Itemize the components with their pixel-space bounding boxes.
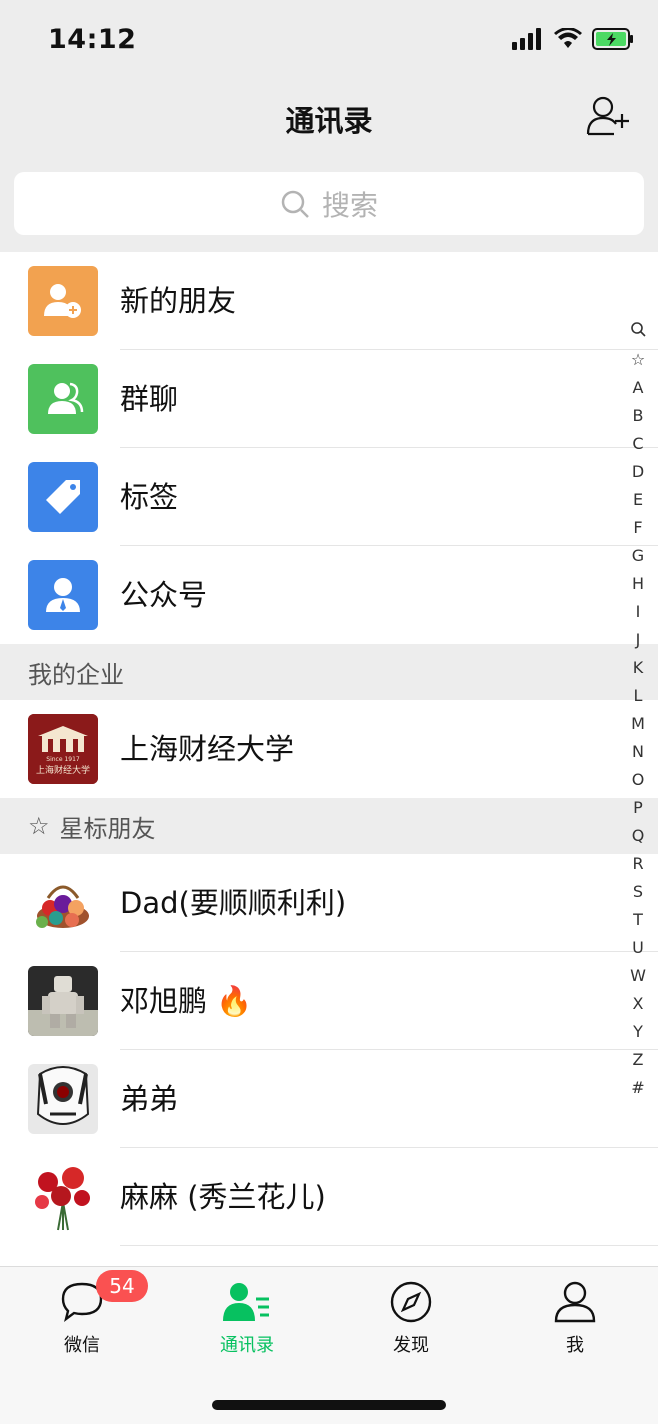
compass-icon (390, 1281, 432, 1323)
index-letter[interactable]: U (624, 934, 652, 962)
search-icon (281, 190, 309, 218)
wifi-icon (554, 28, 582, 48)
logo-since: Since 1917 (46, 756, 80, 763)
row-label: 标签 (120, 480, 179, 514)
section-header-starred: ☆ 星标朋友 (0, 798, 658, 854)
contact-row[interactable]: Dad(要顺顺利利) (0, 854, 658, 952)
avatar (28, 868, 98, 938)
index-letter[interactable]: O (624, 766, 652, 794)
signal-icon (512, 28, 541, 50)
index-letter[interactable]: E (624, 486, 652, 514)
tab-label: 发现 (393, 1335, 429, 1356)
index-letter[interactable]: L (624, 682, 652, 710)
tab-label: 微信 (64, 1335, 100, 1356)
enterprise-row[interactable]: Since 1917 上海财经大学 上海财经大学 (0, 700, 658, 798)
index-letter[interactable]: C (624, 430, 652, 458)
avatar (28, 1064, 98, 1134)
group-chat-row[interactable]: 群聊 (0, 350, 658, 448)
logo-text: 上海财经大学 (36, 764, 90, 776)
index-letter[interactable]: R (624, 850, 652, 878)
add-friend-icon[interactable] (586, 96, 630, 136)
tab-contacts[interactable]: 通讯录 (197, 1281, 297, 1357)
avatar (28, 966, 98, 1036)
row-label: 群聊 (120, 382, 179, 416)
index-letter[interactable]: W (624, 962, 652, 990)
section-title: 星标朋友 (59, 814, 156, 843)
index-letter[interactable]: Z (624, 1046, 652, 1074)
tab-label: 通讯录 (220, 1335, 274, 1356)
row-label: Dad(要顺顺利利) (120, 886, 347, 920)
new-friend-icon (28, 266, 98, 336)
unread-badge: 54 (96, 1270, 148, 1302)
nav-bar: 通讯录 (0, 80, 658, 158)
index-letter[interactable]: N (624, 738, 652, 766)
university-logo: Since 1917 上海财经大学 (28, 714, 98, 784)
row-label: 邓旭鹏 🔥 (120, 984, 253, 1018)
contacts-list: 新的朋友 群聊 标签 公众号 我的企业 Since 1917 上海财经大学 上海… (0, 252, 658, 1276)
tab-discover[interactable]: 发现 (361, 1281, 461, 1357)
alphabet-index[interactable]: ☆ A B C D E F G H I J K L M N O P Q R S T U W X Y Z # (624, 318, 652, 1102)
index-letter[interactable]: B (624, 402, 652, 430)
index-letter[interactable]: M (624, 710, 652, 738)
section-header-enterprise: 我的企业 (0, 644, 658, 700)
search-input[interactable]: 搜索 (14, 172, 644, 235)
index-letter[interactable]: A (624, 374, 652, 402)
contact-row[interactable]: 邓旭鹏 🔥 (0, 952, 658, 1050)
star-icon: ☆ (28, 812, 50, 840)
official-accounts-row[interactable]: 公众号 (0, 546, 658, 644)
avatar (28, 1162, 98, 1232)
battery-icon (592, 28, 633, 50)
row-label: 弟弟 (120, 1082, 179, 1116)
person-icon (554, 1281, 596, 1323)
contact-row[interactable]: 弟弟 (0, 1050, 658, 1148)
index-letter[interactable]: Q (624, 822, 652, 850)
index-letter[interactable]: K (624, 654, 652, 682)
contacts-icon (223, 1283, 269, 1321)
tags-row[interactable]: 标签 (0, 448, 658, 546)
new-friends-row[interactable]: 新的朋友 (0, 252, 658, 350)
row-label: 上海财经大学 (120, 732, 295, 766)
index-letter[interactable]: I (624, 598, 652, 626)
row-label: 麻麻 (秀兰花儿) (120, 1180, 326, 1214)
page-title: 通讯录 (285, 104, 373, 138)
index-letter[interactable]: X (624, 990, 652, 1018)
index-star-icon[interactable]: ☆ (624, 346, 652, 374)
section-title: 我的企业 (28, 660, 124, 689)
index-letter[interactable]: J (624, 626, 652, 654)
row-label: 公众号 (120, 578, 208, 612)
tag-icon (28, 462, 98, 532)
index-letter[interactable]: H (624, 570, 652, 598)
index-letter[interactable]: F (624, 514, 652, 542)
index-letter[interactable]: D (624, 458, 652, 486)
contact-row[interactable]: 麻麻 (秀兰花儿) (0, 1148, 658, 1246)
index-letter[interactable]: # (624, 1074, 652, 1102)
status-bar: 14:12 (0, 0, 658, 80)
index-letter[interactable]: G (624, 542, 652, 570)
index-search-icon[interactable] (624, 318, 652, 346)
index-letter[interactable]: S (624, 878, 652, 906)
search-placeholder: 搜索 (321, 188, 378, 222)
tab-me[interactable]: 我 (525, 1281, 625, 1357)
index-letter[interactable]: Y (624, 1018, 652, 1046)
index-letter[interactable]: P (624, 794, 652, 822)
index-letter[interactable]: T (624, 906, 652, 934)
official-account-icon (28, 560, 98, 630)
row-label: 新的朋友 (120, 284, 237, 318)
tab-label: 我 (566, 1335, 584, 1356)
status-time: 14:12 (48, 24, 137, 55)
group-chat-icon (28, 364, 98, 434)
home-indicator[interactable] (212, 1400, 446, 1410)
status-icons (512, 28, 634, 50)
